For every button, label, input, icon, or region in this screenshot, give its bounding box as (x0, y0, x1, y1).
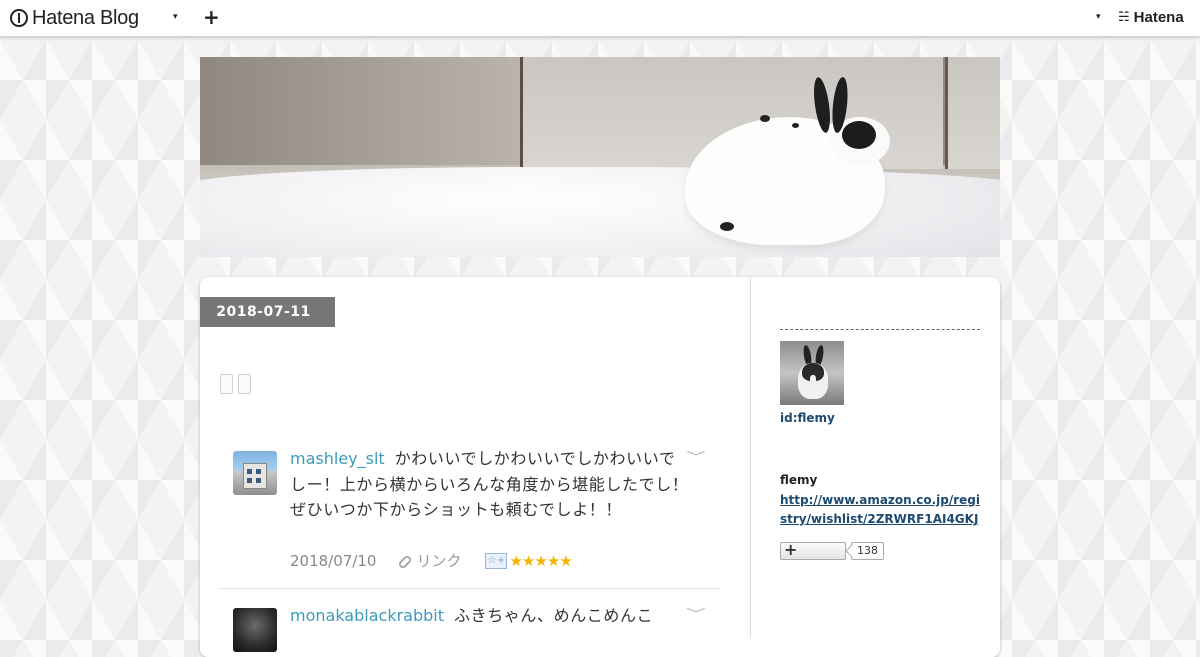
link-icon (397, 554, 414, 570)
add-star-button[interactable]: ☆+ (485, 552, 508, 569)
chevron-down-icon[interactable]: ﹀ (686, 448, 705, 465)
rabbit-spot (720, 222, 734, 231)
rabbit-spot (792, 123, 799, 128)
hatena-brand-link[interactable]: ☵ Hatena (1118, 9, 1184, 26)
hatena-blog-logo-icon (10, 9, 28, 27)
rabbit-spot (760, 115, 770, 122)
comment-meta: 2018/07/10 リンク ☆+ ★★★★★ (290, 550, 573, 571)
permalink-label: リンク (416, 552, 462, 570)
hatena-logo-icon: ☵ (1118, 10, 1130, 25)
hatena-blog-logo[interactable]: Hatena Blog (10, 6, 139, 30)
profile-id-link[interactable]: id:flemy (780, 411, 835, 425)
comment-username[interactable]: monakablackrabbit (290, 606, 444, 625)
rabbit-nose (810, 375, 816, 385)
comment-username[interactable]: mashley_slt (290, 449, 385, 468)
plus-icon[interactable]: + (203, 5, 220, 29)
blog-header-image[interactable] (200, 57, 1000, 257)
comment-text: ふきちゃん、めんこめんこ (454, 606, 654, 625)
subscribe-button[interactable]: + (780, 540, 846, 560)
rabbit-eye-patch (842, 121, 876, 149)
hatena-brand-text: Hatena (1133, 9, 1184, 26)
embed-placeholder (238, 374, 251, 394)
comment-permalink[interactable]: リンク (397, 550, 462, 571)
subscriber-count: 138 (851, 542, 884, 560)
global-header: Hatena Blog ▾ + ▾ ☵ Hatena (0, 0, 1200, 36)
caret-down-icon[interactable]: ▾ (173, 12, 178, 22)
comment-divider (220, 588, 720, 589)
avatar[interactable] (233, 451, 277, 495)
star-rating[interactable]: ★★★★★ (509, 552, 572, 570)
embed-placeholder (220, 374, 233, 394)
content-sidebar-divider (750, 277, 751, 637)
profile-name: flemy (780, 473, 818, 487)
entry-date-badge[interactable]: 2018-07-11 (200, 297, 335, 327)
header-image-headboard (945, 57, 1000, 169)
comment-body: monakablackrabbit ふきちゃん、めんこめんこ (290, 603, 690, 629)
comment-date[interactable]: 2018/07/10 (290, 552, 376, 570)
caret-down-icon[interactable]: ▾ (1096, 12, 1101, 22)
profile-avatar[interactable] (780, 341, 844, 405)
comment-body: mashley_slt かわいいでしかわいいでしかわいいでしー！上から横からいろん… (290, 446, 690, 523)
avatar[interactable] (233, 608, 277, 652)
profile-external-link[interactable]: http://www.amazon.co.jp/registry/wishlis… (780, 491, 985, 529)
plus-icon: + (784, 540, 798, 559)
sidebar-divider (780, 329, 980, 330)
chevron-down-icon[interactable]: ﹀ (686, 605, 705, 622)
logo-text: Hatena Blog (32, 6, 139, 29)
